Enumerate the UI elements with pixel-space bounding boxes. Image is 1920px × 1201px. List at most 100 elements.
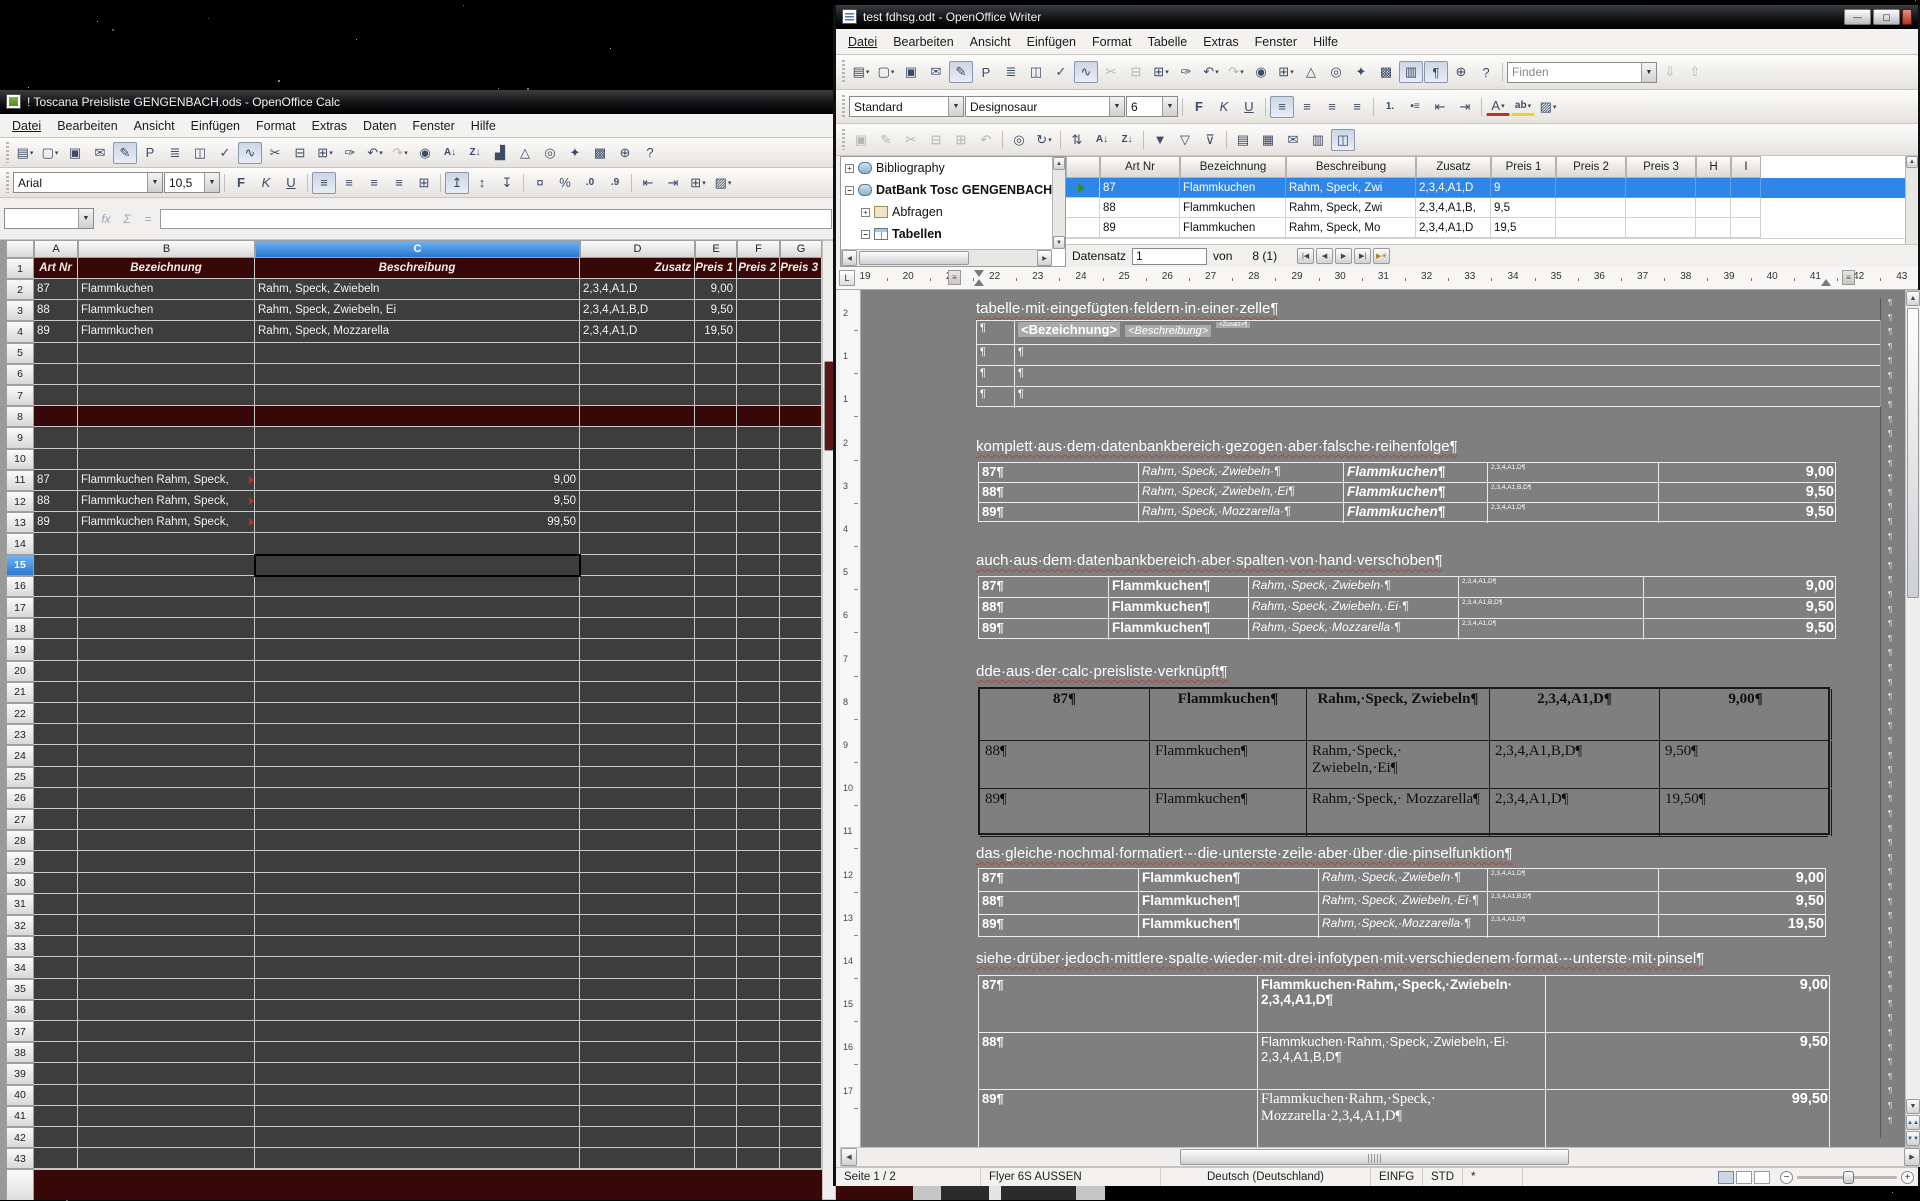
table-cell[interactable]: 2,3,4,A1,D¶ bbox=[1490, 789, 1660, 836]
cell-F38[interactable] bbox=[737, 1042, 780, 1063]
row-header-7[interactable]: 7 bbox=[6, 385, 34, 406]
draw-functions-icon[interactable]: △ bbox=[513, 142, 537, 164]
cell-F3[interactable] bbox=[737, 300, 780, 321]
cell-selection-box[interactable] bbox=[254, 554, 581, 577]
cell-C23[interactable] bbox=[255, 724, 580, 745]
table-row[interactable]: 89¶Rahm,·Speck,·Mozzarella·¶Flammkuchen¶… bbox=[979, 503, 1835, 523]
status-page[interactable]: Seite 1 / 2 bbox=[836, 1168, 981, 1186]
cell-G11[interactable] bbox=[780, 470, 822, 491]
cell-B19[interactable] bbox=[78, 639, 255, 660]
row-header-32[interactable]: 32 bbox=[6, 915, 34, 936]
cell-D27[interactable] bbox=[580, 809, 695, 830]
cell-G30[interactable] bbox=[780, 873, 822, 894]
table-cell[interactable]: Flammkuchen¶ bbox=[1150, 689, 1307, 740]
horizontal-scrollbar[interactable]: ◀ ▶ bbox=[840, 1147, 1920, 1167]
grid-cell[interactable]: Rahm, Speck, Zwi bbox=[1286, 178, 1416, 198]
autospellcheck-icon[interactable]: ∿ bbox=[1074, 61, 1098, 83]
cell-B12[interactable]: Flammkuchen Rahm, Speck, bbox=[78, 491, 255, 512]
status-language[interactable]: Deutsch (Deutschland) bbox=[1161, 1168, 1371, 1186]
cell-B11[interactable]: Flammkuchen Rahm, Speck, bbox=[78, 470, 255, 491]
cell-G17[interactable] bbox=[780, 597, 822, 618]
cell-G32[interactable] bbox=[780, 915, 822, 936]
cell-D10[interactable] bbox=[580, 449, 695, 470]
draw-functions-icon[interactable]: △ bbox=[1299, 61, 1323, 83]
cell-C19[interactable] bbox=[255, 639, 580, 660]
table-cell[interactable]: Rahm,·Speck, Zwiebeln¶ bbox=[1307, 689, 1490, 740]
cell-E5[interactable] bbox=[695, 343, 737, 364]
table-row[interactable]: ¶<Bezeichnung><Beschreibung><Zusatz>¶ bbox=[977, 321, 1880, 345]
table-row[interactable]: 87¶Flammkuchen¶Rahm,·Speck,·Zwiebeln·¶2,… bbox=[979, 577, 1835, 598]
tree-item-bibliography[interactable]: +Bibliography bbox=[841, 157, 1065, 179]
cell-C13[interactable]: 99,50 bbox=[255, 512, 580, 533]
cell-F22[interactable] bbox=[737, 703, 780, 724]
zoom-icon[interactable]: ⊕ bbox=[613, 142, 637, 164]
cell-B20[interactable] bbox=[78, 661, 255, 682]
menu-item-daten[interactable]: Daten bbox=[355, 116, 404, 136]
decrease-indent-icon[interactable]: ⇤ bbox=[636, 172, 660, 194]
cell-D26[interactable] bbox=[580, 788, 695, 809]
cell-F5[interactable] bbox=[737, 343, 780, 364]
cell-B18[interactable] bbox=[78, 618, 255, 639]
dropdown-arrow-icon[interactable]: ▾ bbox=[55, 149, 59, 157]
cell-E24[interactable] bbox=[695, 745, 737, 766]
cell-C40[interactable] bbox=[255, 1085, 580, 1106]
cell-B41[interactable] bbox=[78, 1106, 255, 1127]
cell-F35[interactable] bbox=[737, 979, 780, 1000]
grid-cell[interactable] bbox=[1731, 178, 1761, 198]
find-toolbar-input-dropdown-icon[interactable]: ▼ bbox=[1641, 63, 1656, 82]
cell-F2[interactable] bbox=[737, 279, 780, 300]
cell-D17[interactable] bbox=[580, 597, 695, 618]
grid-column-header-art-nr[interactable]: Art Nr bbox=[1100, 156, 1180, 178]
cell-B28[interactable] bbox=[78, 830, 255, 851]
cell-D37[interactable] bbox=[580, 1021, 695, 1042]
row-header-30[interactable]: 30 bbox=[6, 873, 34, 894]
number-percent-icon[interactable]: % bbox=[553, 172, 577, 194]
cell-A7[interactable] bbox=[34, 385, 78, 406]
vertical-scroll-thumb[interactable] bbox=[1907, 308, 1919, 598]
table-cell[interactable]: 2,3,4,A1,B,D¶ bbox=[1459, 598, 1644, 618]
cell-E29[interactable] bbox=[695, 851, 737, 872]
cell-F36[interactable] bbox=[737, 1000, 780, 1021]
cell-B38[interactable] bbox=[78, 1042, 255, 1063]
table-cell[interactable]: 9,00 bbox=[1659, 463, 1837, 482]
cell-B13[interactable]: Flammkuchen Rahm, Speck, bbox=[78, 512, 255, 533]
table-cell[interactable]: Rahm,·Speck,·Mozzarella·¶ bbox=[1249, 619, 1459, 640]
menu-item-extras[interactable]: Extras bbox=[1195, 32, 1246, 52]
cell-F21[interactable] bbox=[737, 682, 780, 703]
number-currency-icon[interactable]: ¤ bbox=[528, 172, 552, 194]
cell-B25[interactable] bbox=[78, 767, 255, 788]
cell-E30[interactable] bbox=[695, 873, 737, 894]
equals-icon[interactable]: = bbox=[139, 212, 157, 226]
grid-column-header-i[interactable]: I bbox=[1731, 156, 1761, 178]
cell-C4[interactable]: Rahm, Speck, Mozzarella bbox=[255, 321, 580, 342]
cell-A14[interactable] bbox=[34, 533, 78, 554]
cell-E23[interactable] bbox=[695, 724, 737, 745]
scroll-left-icon[interactable]: ◀ bbox=[841, 1148, 857, 1166]
tree-scroll-left-icon[interactable]: ◀ bbox=[842, 250, 857, 266]
cell-G2[interactable] bbox=[780, 279, 822, 300]
right-indent-marker[interactable] bbox=[1821, 279, 1831, 286]
undo-icon[interactable]: ↶▾ bbox=[363, 142, 387, 164]
cell-D2[interactable]: 2,3,4,A1,D bbox=[580, 279, 695, 300]
section-heading[interactable]: dde·aus·der·calc·preisliste·verknüpft¶ bbox=[976, 663, 1227, 680]
cell-D1[interactable]: Zusatz bbox=[580, 258, 695, 279]
cell-F31[interactable] bbox=[737, 894, 780, 915]
dropdown-arrow-icon[interactable]: ▾ bbox=[30, 149, 34, 157]
mail-merge-icon[interactable]: ✉ bbox=[1281, 129, 1305, 151]
table-cell[interactable]: 89¶ bbox=[979, 619, 1109, 640]
grid-column-header-h[interactable]: H bbox=[1696, 156, 1731, 178]
table-row[interactable]: ¶¶ bbox=[977, 345, 1880, 366]
cell-E33[interactable] bbox=[695, 936, 737, 957]
table-cell[interactable]: ¶ bbox=[1015, 387, 1880, 408]
cell-F33[interactable] bbox=[737, 936, 780, 957]
table-cell[interactable]: ¶ bbox=[977, 366, 1015, 386]
align-left-icon[interactable]: ≡ bbox=[312, 172, 336, 194]
cell-D21[interactable] bbox=[580, 682, 695, 703]
grid-cell[interactable]: 19,5 bbox=[1491, 218, 1556, 238]
section-heading[interactable]: siehe·drüber·jedoch·mittlere·spalte·wied… bbox=[976, 950, 1704, 967]
cell-B26[interactable] bbox=[78, 788, 255, 809]
cell-D5[interactable] bbox=[580, 343, 695, 364]
table-cell[interactable]: Flammkuchen¶ bbox=[1139, 892, 1319, 914]
help-icon[interactable]: ? bbox=[638, 142, 662, 164]
cell-F19[interactable] bbox=[737, 639, 780, 660]
